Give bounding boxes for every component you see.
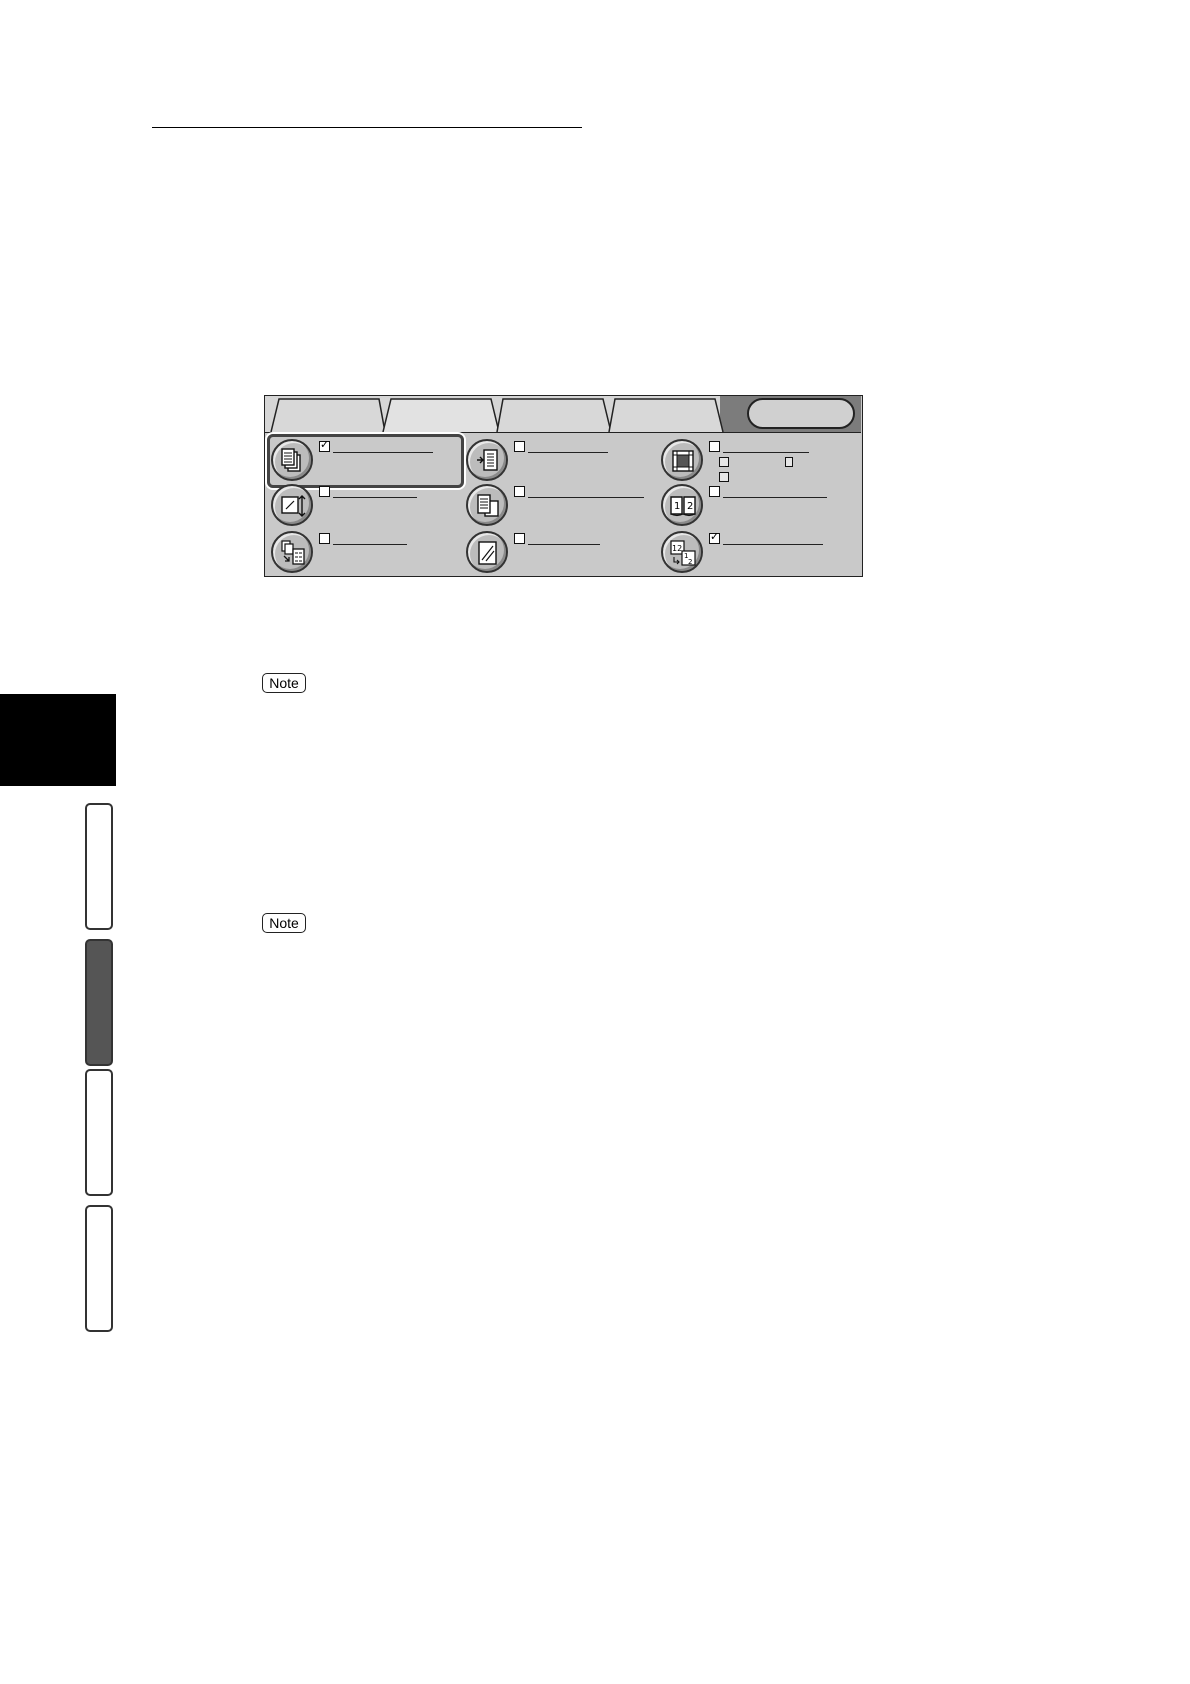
feature-multi-up[interactable] bbox=[267, 529, 447, 575]
heading-underline bbox=[152, 127, 582, 128]
index-tab-1[interactable] bbox=[85, 803, 113, 930]
checkbox-mixed-size[interactable] bbox=[514, 486, 525, 497]
checkbox-reduce-enlarge[interactable] bbox=[319, 486, 330, 497]
checkbox-page-order[interactable]: ✓ bbox=[709, 530, 720, 544]
check-mark-icon: ✓ bbox=[710, 530, 720, 543]
multi-up-icon[interactable] bbox=[271, 531, 313, 573]
tab-2 bbox=[382, 398, 500, 432]
feature-label-line bbox=[723, 497, 827, 498]
resize-arrows-icon[interactable] bbox=[271, 484, 313, 526]
index-tab-4[interactable] bbox=[85, 1205, 113, 1332]
feature-label-line bbox=[333, 452, 433, 453]
svg-text:2: 2 bbox=[687, 501, 693, 512]
checkbox-book-copy[interactable] bbox=[709, 486, 720, 497]
feature-label-line bbox=[528, 544, 600, 545]
page-portrait-icon bbox=[719, 457, 729, 467]
svg-text:12: 12 bbox=[672, 544, 682, 553]
chapter-index-marker bbox=[0, 694, 116, 786]
svg-text:1: 1 bbox=[674, 501, 680, 512]
feature-reduce-enlarge[interactable] bbox=[267, 482, 447, 528]
feature-label-line bbox=[333, 497, 417, 498]
copier-panel: ✓ 1 2 12 1 2 ✓ bbox=[264, 395, 863, 577]
page-order-icon[interactable]: 12 1 2 bbox=[661, 531, 703, 573]
feature-label-line bbox=[528, 452, 608, 453]
page-columns-icon bbox=[719, 472, 729, 482]
tab-4 bbox=[608, 398, 724, 432]
tab-3 bbox=[496, 398, 612, 432]
feature-book-copy[interactable]: 12 bbox=[657, 482, 837, 528]
feature-edge-erase[interactable] bbox=[657, 437, 837, 483]
panel-pill-button[interactable] bbox=[747, 398, 855, 429]
svg-text:2: 2 bbox=[688, 558, 692, 566]
panel-tab-bar bbox=[265, 396, 861, 432]
feature-label-line bbox=[528, 497, 644, 498]
feature-page-order[interactable]: 12 1 2 ✓ bbox=[657, 529, 837, 575]
checkbox-margin-shift[interactable] bbox=[514, 441, 525, 452]
feature-label-line bbox=[333, 544, 407, 545]
page-shift-icon[interactable] bbox=[466, 439, 508, 481]
checkbox-more-originals[interactable]: ✓ bbox=[319, 438, 330, 452]
edge-erase-icon[interactable] bbox=[661, 439, 703, 481]
feature-label-line bbox=[723, 544, 823, 545]
open-book-icon[interactable]: 12 bbox=[661, 484, 703, 526]
tab-1 bbox=[270, 398, 386, 432]
index-tab-3[interactable] bbox=[85, 1069, 113, 1196]
feature-more-originals[interactable]: ✓ bbox=[267, 437, 447, 483]
original-glass-icon[interactable] bbox=[466, 531, 508, 573]
mixed-originals-icon[interactable] bbox=[466, 484, 508, 526]
index-tab-2-active[interactable] bbox=[85, 939, 113, 1066]
check-mark-icon: ✓ bbox=[320, 438, 330, 451]
note-badge: Note bbox=[262, 673, 306, 693]
note-badge: Note bbox=[262, 913, 306, 933]
feature-margin-shift[interactable] bbox=[462, 437, 642, 483]
feature-label-line bbox=[723, 452, 809, 453]
feature-grid: ✓ 1 2 12 1 2 ✓ bbox=[265, 432, 861, 576]
checkbox-multi-up[interactable] bbox=[319, 533, 330, 544]
feature-original-type[interactable] bbox=[462, 529, 642, 575]
stacked-pages-icon[interactable] bbox=[271, 439, 313, 481]
page-edge-icon bbox=[785, 457, 793, 467]
feature-mixed-size[interactable] bbox=[462, 482, 644, 528]
checkbox-edge-erase[interactable] bbox=[709, 441, 720, 452]
checkbox-original-type[interactable] bbox=[514, 533, 525, 544]
